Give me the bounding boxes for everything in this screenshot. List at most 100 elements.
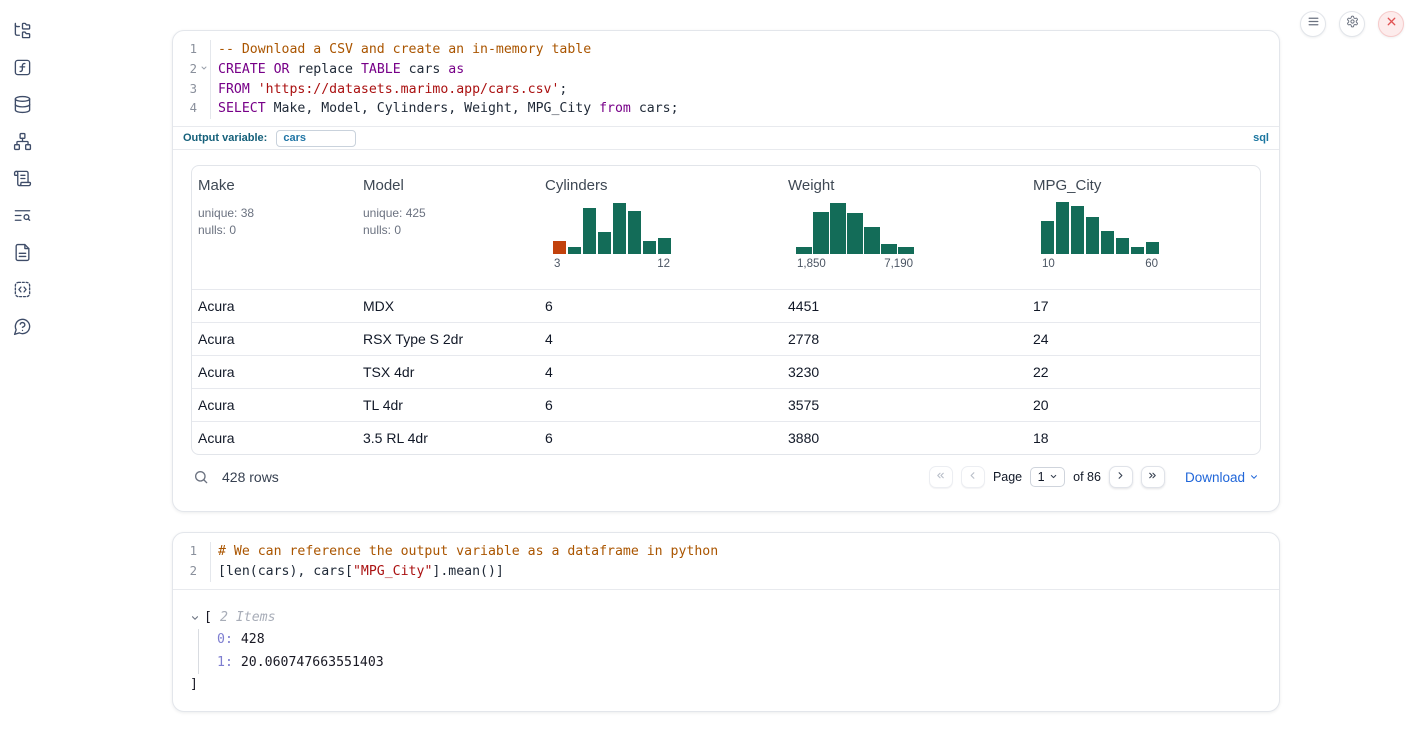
- axis-max-label: 60: [1145, 258, 1158, 270]
- table-cell: 6: [539, 298, 782, 314]
- chevron-down-icon: [1249, 470, 1259, 485]
- scroll-icon: [13, 169, 32, 193]
- column-header-cylinders[interactable]: Cylinders 312: [539, 177, 782, 283]
- table-row[interactable]: Acura3.5 RL 4dr6388018: [192, 421, 1260, 454]
- top-controls: [1300, 11, 1404, 37]
- chevron-right-icon: [1115, 468, 1126, 486]
- sidebar-item-datasources[interactable]: [12, 97, 32, 117]
- sidebar-item-help[interactable]: [12, 319, 32, 339]
- histogram-bar: [568, 247, 581, 254]
- gutter: 1: [173, 40, 211, 60]
- next-page-button[interactable]: [1109, 466, 1133, 488]
- open-bracket: [: [204, 607, 212, 630]
- line-number: 2: [173, 562, 197, 582]
- table-cell: Acura: [192, 298, 357, 314]
- histogram-bar: [830, 203, 846, 254]
- sidebar-item-logs[interactable]: [12, 208, 32, 228]
- histogram-bar: [628, 211, 641, 254]
- code-text: SELECT Make, Model, Cylinders, Weight, M…: [211, 99, 679, 119]
- code-line: 1# We can reference the output variable …: [173, 542, 1279, 562]
- code-line: 2CREATE OR replace TABLE cars as: [173, 60, 1279, 80]
- column-histogram[interactable]: 312: [553, 201, 671, 270]
- output-variable-input[interactable]: [276, 130, 356, 147]
- settings-button[interactable]: [1339, 11, 1365, 37]
- chevrons-left-icon: [935, 468, 946, 486]
- sql-code-editor[interactable]: 1-- Download a CSV and create an in-memo…: [173, 31, 1279, 126]
- code-text: CREATE OR replace TABLE cars as: [211, 60, 464, 80]
- table-cell: TSX 4dr: [357, 364, 539, 380]
- gutter: 4: [173, 99, 211, 119]
- table-cell: 2778: [782, 331, 1027, 347]
- column-header-make[interactable]: Makeunique: 38nulls: 0: [192, 177, 357, 283]
- table-cell: 22: [1027, 364, 1260, 380]
- table-row[interactable]: AcuraTSX 4dr4323022: [192, 355, 1260, 388]
- histogram-bar: [1041, 221, 1054, 254]
- gutter: 2: [173, 562, 211, 582]
- sidebar-item-dependency-graph[interactable]: [12, 134, 32, 154]
- code-line: 1-- Download a CSV and create an in-memo…: [173, 40, 1279, 60]
- help-bubble-icon: [13, 317, 32, 341]
- table-header: Makeunique: 38nulls: 0 Model unique: 425nu…: [192, 166, 1260, 289]
- column-header-model[interactable]: Model unique: 425nulls: 0: [357, 177, 539, 283]
- column-histogram[interactable]: 1,8507,190: [796, 201, 914, 270]
- histogram-bar: [898, 247, 914, 254]
- histogram-bar: [864, 227, 880, 255]
- table-cell: 6: [539, 430, 782, 446]
- table-cell: Acura: [192, 331, 357, 347]
- column-title: MPG_City: [1033, 177, 1254, 194]
- histogram-bar: [658, 238, 671, 254]
- python-code-editor[interactable]: 1# We can reference the output variable …: [173, 533, 1279, 589]
- gutter: 2: [173, 60, 211, 80]
- sidebar-item-snippets[interactable]: [12, 282, 32, 302]
- sidebar-item-documentation[interactable]: [12, 245, 32, 265]
- download-button[interactable]: Download: [1185, 470, 1259, 485]
- language-badge: sql: [1253, 132, 1269, 144]
- histogram-axis: 312: [553, 258, 671, 270]
- table-cell: 3.5 RL 4dr: [357, 430, 539, 446]
- shutdown-button[interactable]: [1378, 11, 1404, 37]
- fold-spacer: [197, 562, 210, 582]
- column-stats: unique: 425nulls: 0: [363, 205, 533, 238]
- item-index: 1:: [217, 655, 241, 670]
- column-header-weight[interactable]: Weight1,8507,190: [782, 177, 1027, 283]
- table-footer: 428 rows Page 1 of 86 Download: [173, 455, 1279, 499]
- column-title: Cylinders: [545, 177, 776, 194]
- table-row[interactable]: AcuraMDX6445117: [192, 289, 1260, 322]
- table-cell: 6: [539, 397, 782, 413]
- histogram-bar: [881, 244, 897, 255]
- table-cell: MDX: [357, 298, 539, 314]
- function-icon: [13, 58, 32, 82]
- page-select[interactable]: 1: [1030, 467, 1065, 487]
- axis-max-label: 12: [657, 258, 670, 270]
- close-bracket: ]: [190, 674, 1279, 697]
- last-page-button[interactable]: [1141, 466, 1165, 488]
- table-row[interactable]: AcuraRSX Type S 2dr4277824: [192, 322, 1260, 355]
- sidebar-item-variables[interactable]: [12, 60, 32, 80]
- collapse-chevron-icon[interactable]: [190, 613, 204, 623]
- column-histogram[interactable]: 1060: [1041, 201, 1159, 270]
- text-search-icon: [13, 206, 32, 230]
- sidebar: [0, 0, 44, 729]
- histogram-bar: [643, 241, 656, 254]
- column-title: Model: [363, 177, 533, 194]
- prev-page-button[interactable]: [961, 466, 985, 488]
- table-row[interactable]: AcuraTL 4dr6357520: [192, 388, 1260, 421]
- file-text-icon: [13, 243, 32, 267]
- column-header-mpg_city[interactable]: MPG_City 1060: [1027, 177, 1260, 283]
- fold-spacer: [197, 80, 210, 100]
- histogram-axis: 1,8507,190: [796, 258, 914, 270]
- search-icon[interactable]: [193, 469, 209, 485]
- histogram-bars: [553, 201, 671, 254]
- sidebar-item-file-explorer[interactable]: [12, 23, 32, 43]
- first-page-button[interactable]: [929, 466, 953, 488]
- histogram-bar: [1131, 247, 1144, 254]
- axis-min-label: 1,850: [797, 258, 826, 270]
- histogram-bar: [553, 241, 566, 254]
- fold-chevron-icon[interactable]: [197, 60, 210, 80]
- fold-spacer: [197, 542, 210, 562]
- table-cell: 4451: [782, 298, 1027, 314]
- menu-button[interactable]: [1300, 11, 1326, 37]
- sidebar-item-scratchpad[interactable]: [12, 171, 32, 191]
- output-variable-label: Output variable:: [183, 132, 267, 144]
- list-item: 1: 20.060747663551403: [217, 652, 1279, 675]
